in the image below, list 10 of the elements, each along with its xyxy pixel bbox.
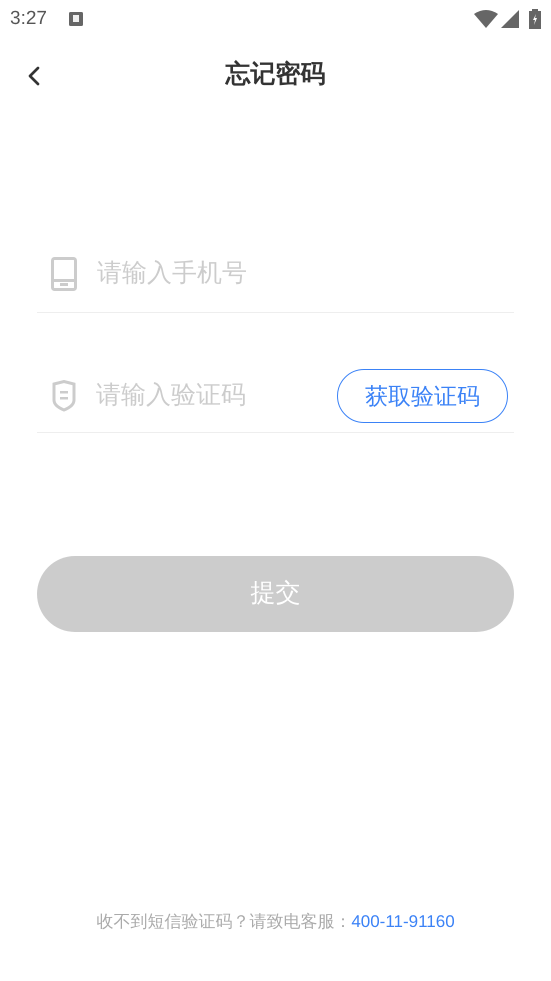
page-title: 忘记密码 xyxy=(226,59,326,90)
battery-icon xyxy=(529,9,541,29)
get-code-button[interactable]: 获取验证码 xyxy=(337,369,508,423)
status-time: 3:27 xyxy=(10,6,47,31)
phone-icon xyxy=(51,257,77,291)
help-text: 收不到短信验证码？请致电客服： xyxy=(96,911,352,933)
signal-icon xyxy=(501,10,519,28)
shield-icon xyxy=(52,380,76,412)
wifi-icon xyxy=(474,10,498,28)
hotline-link[interactable]: 400-11-91160 xyxy=(351,909,455,934)
